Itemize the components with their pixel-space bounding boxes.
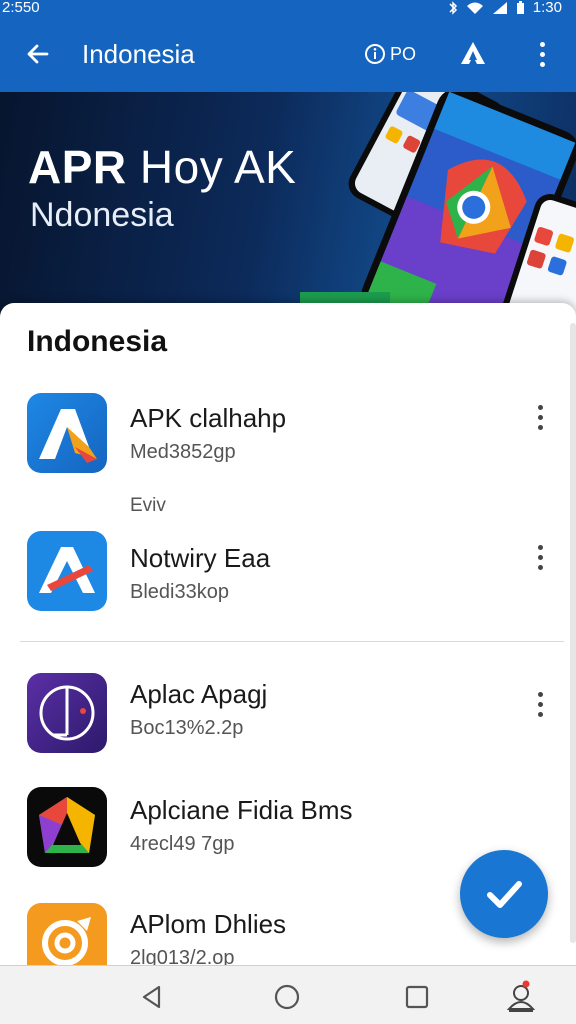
phones-illustration bbox=[300, 92, 576, 317]
app-name: APlom Dhlies bbox=[130, 909, 287, 939]
app-icon bbox=[27, 531, 107, 611]
hero-title-bold: APR bbox=[28, 141, 127, 193]
hero-title: APR Hoy AK bbox=[28, 140, 296, 194]
app-size: Bledi33kop bbox=[130, 581, 229, 603]
app-icon bbox=[27, 673, 107, 753]
hero-subtitle: Ndonesia bbox=[30, 196, 174, 234]
overflow-menu-button[interactable] bbox=[530, 36, 554, 72]
info-button[interactable]: PO bbox=[364, 43, 416, 65]
back-button[interactable] bbox=[20, 36, 56, 72]
info-icon bbox=[364, 44, 385, 64]
app-bar: Indonesia PO bbox=[0, 16, 576, 92]
square-recents-icon bbox=[405, 985, 429, 1009]
app-list-item[interactable]: Aplac Apagj Boc13%2.2p bbox=[0, 669, 576, 769]
battery-icon bbox=[516, 1, 525, 15]
system-nav-bar bbox=[0, 965, 576, 1024]
brand-logo-icon bbox=[461, 42, 485, 64]
confirm-fab-button[interactable] bbox=[460, 850, 548, 938]
back-arrow-icon bbox=[27, 44, 49, 64]
checkmark-icon bbox=[487, 881, 522, 908]
app-icon bbox=[27, 787, 107, 867]
app-size: Boc13%2.2p bbox=[130, 717, 244, 739]
account-alert-icon bbox=[506, 980, 536, 1012]
bluetooth-icon bbox=[448, 1, 458, 15]
page-title: Indonesia bbox=[82, 38, 195, 69]
sheet-title: Indonesia bbox=[27, 325, 168, 358]
app-size: Med3852gp bbox=[130, 441, 236, 463]
divider bbox=[20, 641, 564, 642]
app-name: Aplciane Fidia Bms bbox=[130, 795, 353, 825]
item-menu-button[interactable] bbox=[530, 540, 550, 574]
app-name: Notwiry Eaa bbox=[130, 543, 271, 573]
more-dot-icon bbox=[539, 41, 545, 47]
signal-icon bbox=[492, 1, 508, 15]
item-menu-button[interactable] bbox=[530, 400, 550, 434]
nav-account-button[interactable] bbox=[504, 980, 538, 1014]
wifi-icon bbox=[466, 1, 484, 15]
app-size: 2lg013/2.op bbox=[130, 947, 235, 965]
more-dot-icon bbox=[537, 404, 543, 410]
battery-text: 1:30 bbox=[532, 0, 562, 16]
app-list-item[interactable]: APK clalhahp Med3852gp bbox=[0, 389, 576, 489]
status-bar: 2:550 1:30 bbox=[0, 0, 576, 16]
section-label: Eviv bbox=[130, 495, 166, 516]
circle-home-icon bbox=[274, 984, 300, 1010]
app-name: Aplac Apagj bbox=[130, 679, 268, 709]
status-time: 2:550 bbox=[2, 0, 40, 16]
more-dot-icon bbox=[537, 691, 543, 697]
nav-home-button[interactable] bbox=[270, 980, 304, 1014]
hero-title-light: Hoy AK bbox=[139, 141, 297, 193]
app-icon bbox=[27, 903, 107, 965]
more-dot-icon bbox=[537, 544, 543, 550]
nav-back-button[interactable] bbox=[135, 980, 169, 1014]
triangle-back-icon bbox=[142, 985, 161, 1009]
item-menu-button[interactable] bbox=[530, 687, 550, 721]
brand-logo-button[interactable] bbox=[456, 37, 490, 71]
app-size: 4recl49 7gp bbox=[130, 833, 235, 855]
status-icons: 1:30 bbox=[448, 0, 562, 16]
app-icon bbox=[27, 393, 107, 473]
app-list-item[interactable]: Notwiry Eaa Bledi33kop bbox=[0, 527, 576, 627]
nav-recents-button[interactable] bbox=[400, 980, 434, 1014]
hero-banner[interactable]: APR Hoy AK Ndonesia bbox=[0, 92, 576, 317]
app-name: APK clalhahp bbox=[130, 403, 287, 433]
info-label: PO bbox=[389, 43, 416, 64]
